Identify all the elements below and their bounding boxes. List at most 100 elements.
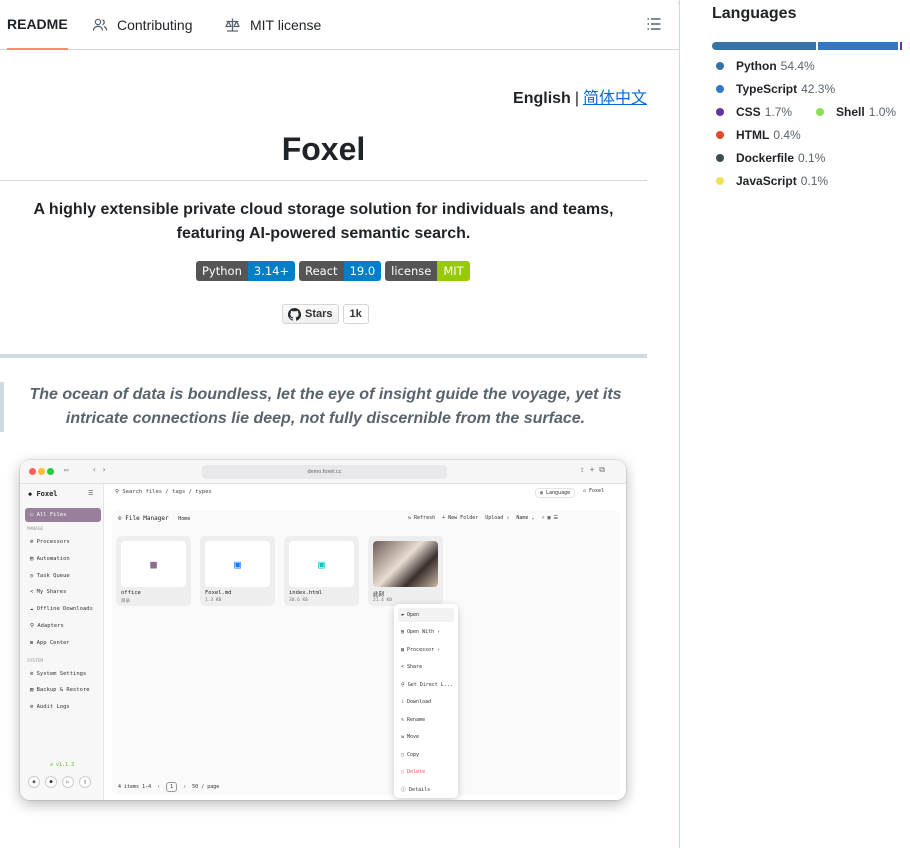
new-folder-label: New Folder (448, 515, 479, 521)
pagination-per-page: 50 / page (192, 784, 220, 790)
language-percent: 54.4% (780, 59, 815, 73)
github-icon (288, 307, 301, 321)
stars-button[interactable]: Stars (282, 304, 339, 324)
github-stars-widget: Stars 1k (282, 304, 369, 324)
language-percent: 1.0% (868, 105, 897, 119)
sidebar-item-label: System Settings (36, 671, 87, 677)
horizontal-rule (0, 354, 647, 358)
python-dot-icon (716, 62, 724, 70)
readme-title: Foxel (281, 131, 366, 167)
menu-item-label: Copy (407, 752, 420, 758)
app-sidebar: ◆ Foxel ☰ ▭ All Files MANAGE ⚙ Processor… (20, 484, 104, 800)
language-percent: 0.1% (800, 174, 829, 188)
minimize-dot-icon (38, 468, 45, 475)
html-dot-icon (716, 131, 724, 139)
stars-count[interactable]: 1k (342, 304, 369, 324)
file-card: ▣ Foxel.md 1.3 KB (200, 536, 275, 606)
language-item-html[interactable]: HTML 0.4% (716, 128, 801, 142)
language-name: Python (736, 59, 777, 73)
close-dot-icon (29, 468, 36, 475)
sidebar-item-all-files: ▭ All Files (25, 508, 101, 522)
language-separator: | (574, 90, 579, 107)
sort-select: Name ⌄ (516, 515, 535, 521)
file-name: Foxel.md (205, 590, 232, 596)
sidebar-item-system-settings: ⚙ System Settings (30, 671, 87, 677)
language-item-dockerfile[interactable]: Dockerfile 0.1% (716, 151, 825, 165)
tab-readme[interactable]: README (7, 0, 68, 50)
sidebar-item-backup-restore: ▥ Backup & Restore (30, 687, 90, 693)
menu-item-details: ⓘ Details (401, 787, 431, 793)
language-item-typescript[interactable]: TypeScript 42.3% (716, 82, 835, 96)
app-name: Foxel (36, 490, 58, 498)
file-manager-title: File Manager (125, 515, 169, 522)
browser-actions-icon: ⇪ + ⧉ (580, 465, 605, 474)
menu-item-open-with: ▤ Open With › (401, 629, 441, 635)
language-item-python[interactable]: Python 54.4% (716, 59, 815, 73)
github-icon: ◉ (28, 776, 40, 788)
license-badge[interactable]: license MIT (385, 261, 470, 281)
menu-item-rename: ✎ Rename (401, 717, 426, 723)
badge-value: 19.0 (343, 261, 382, 281)
sidebar-item-label: Automation (36, 556, 70, 562)
chinese-link[interactable]: 简体中文 (583, 90, 647, 107)
language-name: Dockerfile (736, 151, 795, 165)
react-badge[interactable]: React 19.0 (299, 261, 382, 281)
sidebar-item-label: Task Queue (36, 573, 70, 579)
python-badge[interactable]: Python 3.14+ (196, 261, 296, 281)
file-manager-panel: ⊙ File Manager Home ↻ Refresh + New Fold… (112, 510, 620, 798)
badge-label: license (385, 261, 438, 281)
app-user: ✿ Foxel (583, 488, 604, 494)
menu-item-download: ⇩ Download (401, 699, 432, 705)
back-forward-icon: ‹ › (92, 465, 107, 474)
app-language-label: Language (546, 490, 571, 496)
file-manager-toolbar: ↻ Refresh + New Folder Upload ⇩ Name ⌄ ↑… (408, 515, 558, 521)
css-dot-icon (716, 108, 724, 116)
menu-item-label: Share (407, 664, 423, 670)
badge-row: Python 3.14+ React 19.0 license MIT (196, 261, 470, 281)
chat-icon: ● (45, 776, 57, 788)
languages-heading: Languages (712, 5, 797, 22)
menu-item-label: Get Direct L... (407, 682, 453, 688)
tab-contributing[interactable]: Contributing (92, 0, 193, 50)
code-file-icon: ▣ (289, 541, 354, 587)
version-label: ⊙ v1.1.3 (50, 762, 75, 768)
english-label: English (513, 90, 571, 107)
context-menu: ▰ Open ▤ Open With › ▨ Processor › < Sha… (394, 604, 458, 798)
app-main: ⚲ Search files / tags / types ◍ Language… (105, 484, 626, 800)
version-value: v1.1.3 (56, 762, 75, 768)
menu-item-label: Rename (407, 717, 426, 723)
language-item-shell[interactable]: Shell 1.0% (816, 105, 896, 119)
tab-license[interactable]: MIT license (224, 0, 321, 50)
app-logo: ◆ Foxel (28, 490, 58, 498)
refresh-tool: ↻ Refresh (408, 515, 436, 521)
quote-line-1: The ocean of data is boundless, let the … (29, 386, 622, 403)
pagination-page: 1 (166, 782, 178, 792)
sidebar-item-label: My Shares (36, 589, 67, 595)
language-item-javascript[interactable]: JavaScript 0.1% (716, 174, 828, 188)
typescript-dot-icon (716, 85, 724, 93)
sidebar-item-adapters: ⚲ Adapters (30, 623, 64, 629)
menu-item-label: Move (407, 734, 420, 740)
file-card: 此刻 21.4 KB (368, 536, 443, 606)
language-percent: 42.3% (801, 82, 836, 96)
menu-item-label: Delete (407, 769, 426, 775)
file-size: 30.6 KB (289, 598, 308, 603)
language-bar-segment (818, 42, 901, 50)
address-bar: demo.foxel.cc (202, 465, 447, 479)
tagline-line-2: featuring AI-powered semantic search. (176, 225, 471, 242)
menu-item-open: ▰ Open (398, 608, 454, 622)
fox-logo-icon: ◆ (28, 490, 33, 498)
menu-item-share: < Share (401, 664, 423, 670)
menu-item-label: Download (407, 699, 432, 705)
sidebar-item-audit-logs: ⚙ Audit Logs (30, 704, 70, 710)
doc-icon: ▯ (79, 776, 91, 788)
language-name: TypeScript (736, 82, 798, 96)
sort-label: Name (516, 515, 529, 521)
sidebar-item-app-center: ⊞ App Center (30, 640, 70, 646)
language-item-css[interactable]: CSS 1.7% (716, 105, 792, 119)
app-user-label: Foxel (589, 488, 605, 494)
language-percent: 0.4% (773, 128, 801, 142)
file-manager-header: ⊙ File Manager Home (118, 515, 190, 522)
people-icon (92, 18, 108, 31)
outline-menu-icon[interactable] (646, 16, 662, 32)
